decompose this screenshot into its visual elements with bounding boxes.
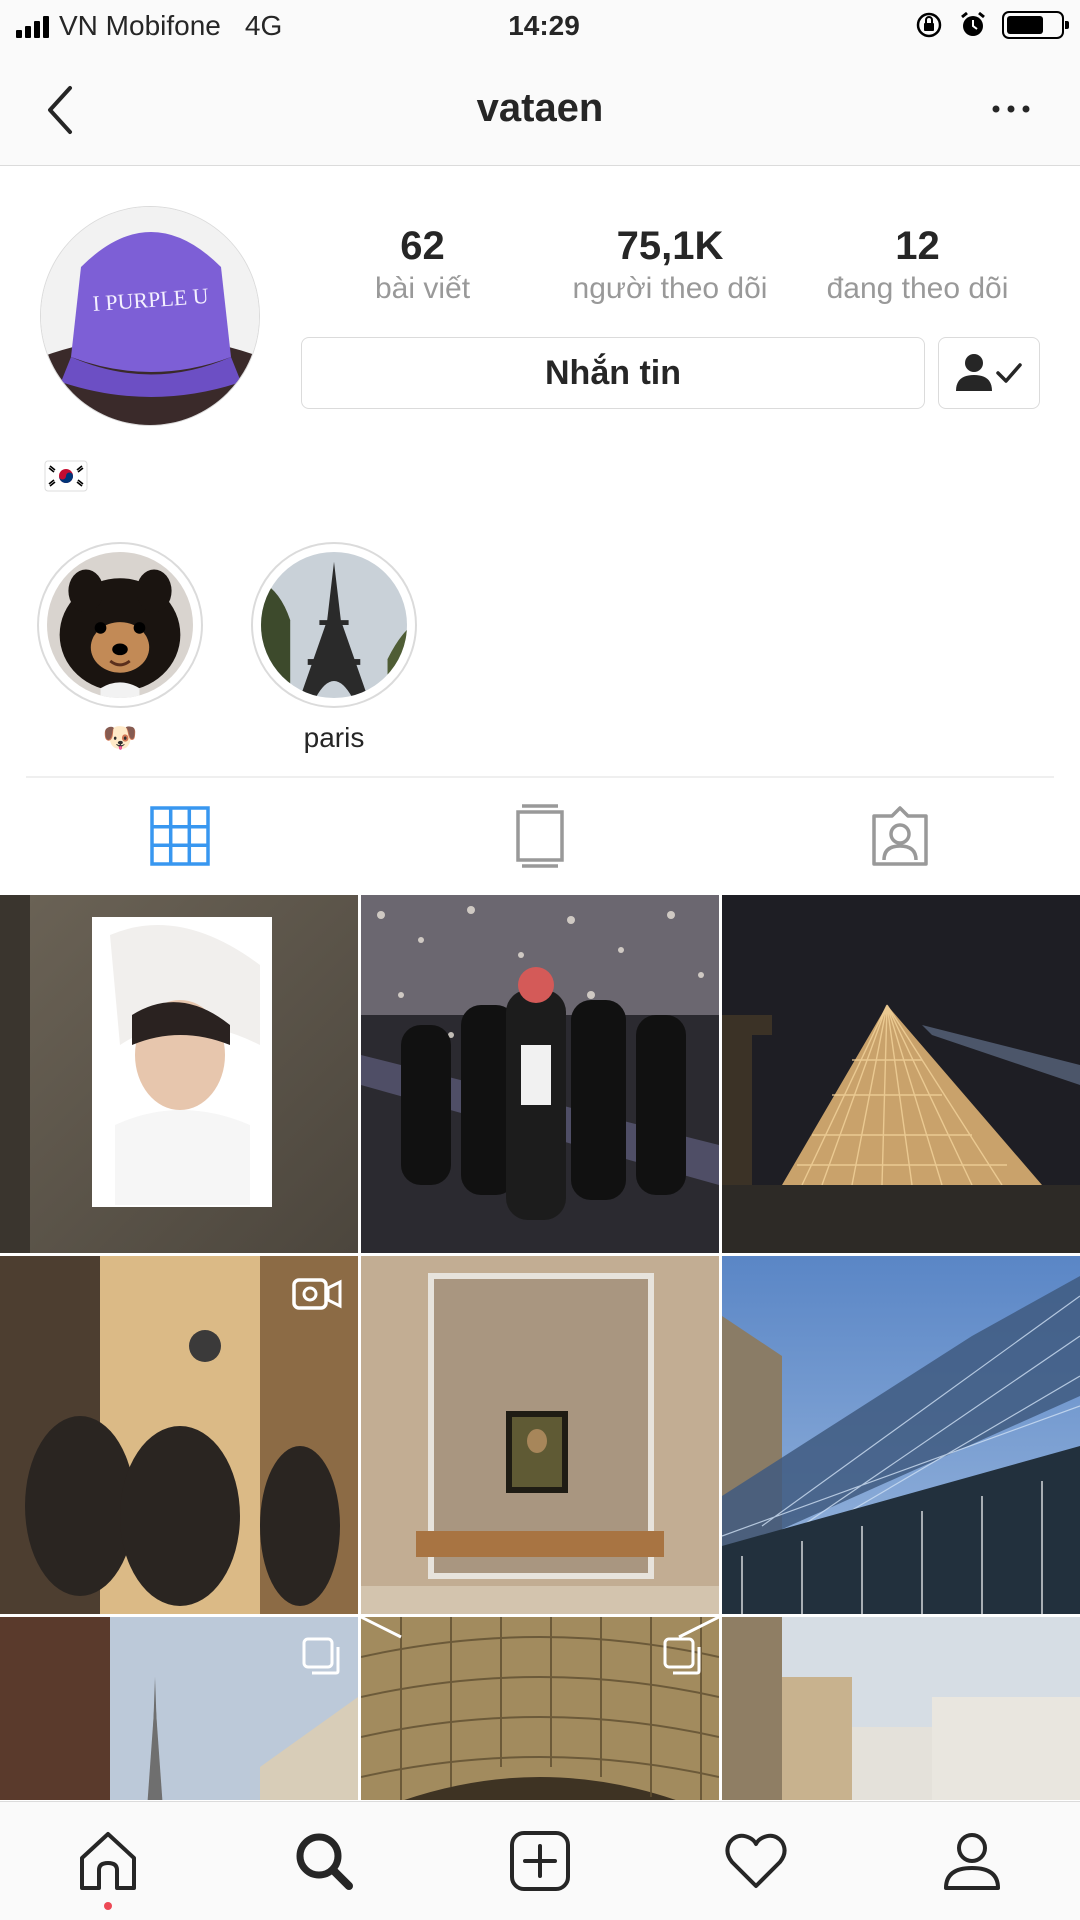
notification-dot bbox=[104, 1902, 112, 1910]
nav-search[interactable] bbox=[216, 1802, 432, 1920]
post-grid bbox=[0, 895, 1080, 1800]
highlight-label: paris bbox=[303, 722, 365, 753]
profile-tabs bbox=[0, 778, 1080, 894]
post-tile[interactable] bbox=[0, 1256, 358, 1614]
highlight-label: 🐶 bbox=[102, 722, 138, 753]
korea-flag-icon bbox=[44, 460, 88, 492]
post-tile[interactable] bbox=[722, 1256, 1080, 1614]
highlight-ring bbox=[37, 542, 203, 708]
post-tile[interactable] bbox=[361, 1617, 719, 1800]
video-camera-icon bbox=[292, 1278, 342, 1310]
add-post-icon bbox=[510, 1831, 570, 1891]
carousel-icon bbox=[302, 1637, 340, 1675]
orientation-lock-icon bbox=[916, 12, 942, 38]
stat-following-count: 12 bbox=[895, 224, 940, 268]
stat-posts-count: 62 bbox=[400, 224, 445, 268]
tab-igtv[interactable] bbox=[360, 778, 720, 894]
post-tile[interactable] bbox=[0, 1617, 358, 1800]
highlight-ring bbox=[251, 542, 417, 708]
home-icon bbox=[80, 1832, 136, 1890]
grid-icon bbox=[150, 806, 210, 866]
person-check-icon bbox=[956, 354, 1022, 391]
tab-grid[interactable] bbox=[0, 778, 360, 894]
post-tile[interactable] bbox=[722, 895, 1080, 1253]
post-tile[interactable] bbox=[722, 1617, 1080, 1800]
stat-followers-label: người theo dõi bbox=[572, 272, 768, 305]
tv-icon bbox=[516, 804, 564, 868]
alarm-icon bbox=[961, 11, 985, 36]
message-button[interactable]: Nhắn tin bbox=[301, 337, 925, 409]
stat-posts-label: bài viết bbox=[374, 272, 471, 305]
eiffel-tower-image bbox=[261, 552, 407, 698]
status-bar: VN Mobifone 4G 14:29 bbox=[0, 0, 1080, 54]
highlight-dog[interactable]: 🐶 bbox=[37, 542, 203, 756]
post-tile[interactable] bbox=[361, 895, 719, 1253]
profile-stats: 62 bài viết 75,1K người theo dõi 12 đang… bbox=[300, 222, 1040, 308]
avatar[interactable]: I PURPLE U bbox=[40, 206, 260, 426]
status-right bbox=[914, 10, 1069, 40]
post-tile[interactable] bbox=[0, 895, 358, 1253]
page-title: vataen bbox=[476, 86, 604, 130]
tab-tagged[interactable] bbox=[720, 778, 1080, 894]
stat-followers[interactable]: 75,1K người theo dõi bbox=[545, 222, 795, 308]
following-button[interactable] bbox=[938, 337, 1040, 409]
stat-followers-count: 75,1K bbox=[616, 224, 724, 268]
heart-icon bbox=[725, 1833, 787, 1888]
search-icon bbox=[296, 1833, 353, 1890]
highlight-paris[interactable]: paris bbox=[251, 542, 417, 756]
stat-following[interactable]: 12 đang theo dõi bbox=[795, 222, 1040, 308]
profile-header-bar: vataen bbox=[0, 54, 1080, 166]
more-dots-icon[interactable] bbox=[986, 94, 1036, 124]
nav-new-post[interactable] bbox=[432, 1802, 648, 1920]
nav-home[interactable] bbox=[0, 1802, 216, 1920]
profile-icon bbox=[944, 1833, 1000, 1890]
stat-following-label: đang theo dõi bbox=[826, 272, 1009, 305]
carousel-icon bbox=[663, 1637, 701, 1675]
stat-posts[interactable]: 62 bài viết bbox=[300, 222, 545, 308]
battery-icon bbox=[1002, 11, 1069, 39]
nav-profile[interactable] bbox=[864, 1802, 1080, 1920]
avatar-image: I PURPLE U bbox=[41, 207, 259, 425]
bottom-tab-bar bbox=[0, 1801, 1080, 1920]
dog-face-image bbox=[47, 552, 193, 698]
tagged-person-icon bbox=[872, 806, 928, 866]
nav-activity[interactable] bbox=[648, 1802, 864, 1920]
post-tile[interactable] bbox=[361, 1256, 719, 1614]
